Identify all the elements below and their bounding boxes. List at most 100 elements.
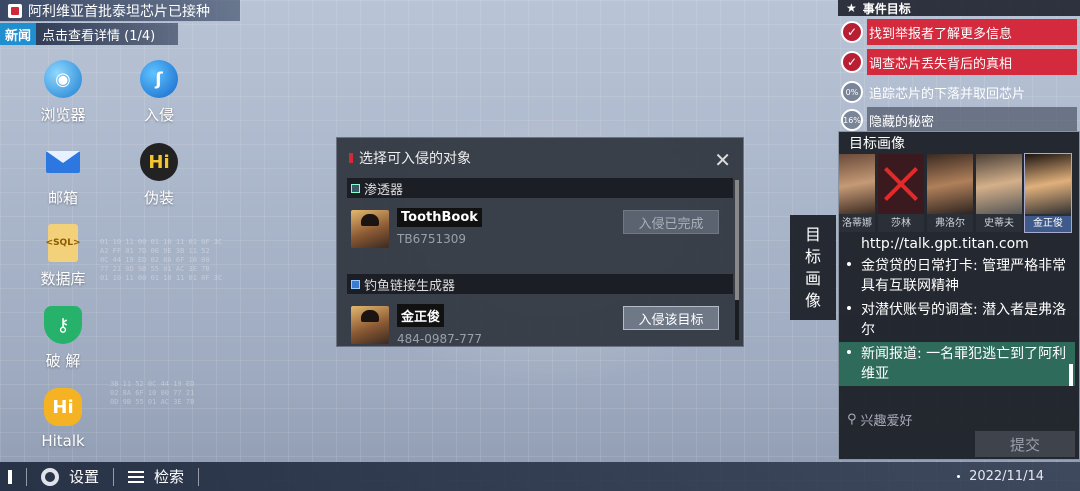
progress-badge: 0% <box>841 81 863 103</box>
event-objectives-panel: ★ 事件目标 ✓ 找到举报者了解更多信息 ✓ 调查芯片丢失背后的真相 0% 追踪… <box>838 0 1080 133</box>
dialog-header: 选择可入侵的对象 <box>337 138 743 178</box>
dialog-scrollbar[interactable] <box>735 180 739 340</box>
event-item[interactable]: ✓ 调查芯片丢失背后的真相 <box>838 48 1080 76</box>
target-row-jin: 金正俊 484-0987-777 入侵该目标 <box>351 302 731 346</box>
event-text: 追踪芯片的下落并取回芯片 <box>869 86 1026 102</box>
section-title: 渗透器 <box>364 182 404 198</box>
hack-complete-button[interactable]: 入侵已完成 <box>623 210 719 234</box>
settings-button[interactable]: 设置 <box>27 467 113 487</box>
desktop-icon-browser[interactable]: ◉ 浏览器 <box>28 60 98 125</box>
event-text: 隐藏的秘密 <box>867 107 1077 133</box>
target-id: TB6751309 <box>397 232 467 246</box>
dialog-title-marker <box>349 153 353 163</box>
info-text: 金贷贷的日常打卡: 管理严格非常具有互联网精神 <box>861 258 1067 294</box>
infiltrator-icon <box>351 183 360 193</box>
desktop-icon-label: 数据库 <box>40 270 86 288</box>
background-code-text: 01 10 11 00 01 10 11 01 0F 3C A2 FF 01 7… <box>100 238 223 282</box>
key-shield-icon: ⚷ <box>44 306 82 344</box>
tab-char: 目 <box>804 224 821 244</box>
hobby-label: 兴趣爱好 <box>860 414 913 429</box>
tab-char: 标 <box>804 246 821 266</box>
news-ticker[interactable]: 新闻 点击查看详情 (1/4) <box>0 23 178 45</box>
progress-badge: 16% <box>841 109 863 131</box>
check-icon: ✓ <box>841 21 863 43</box>
desktop-icon-label: 伪装 <box>143 189 174 207</box>
news-headline: 阿利维亚首批泰坦芯片已接种 <box>28 3 210 20</box>
hobby-row[interactable]: ⚲ 兴趣爱好 <box>847 410 913 429</box>
suspect-name: 莎林 <box>878 216 924 232</box>
info-text: 新闻报道: 一名罪犯逃亡到了阿利维亚 <box>861 346 1067 382</box>
info-scrollbar[interactable] <box>1069 364 1073 386</box>
tab-char: 像 <box>804 290 821 310</box>
list-icon <box>128 470 145 483</box>
avatar <box>351 210 389 248</box>
close-icon[interactable]: ✕ <box>714 148 731 172</box>
cross-icon <box>878 154 924 214</box>
tab-char: 画 <box>804 268 821 288</box>
desktop-icon-crack[interactable]: ⚷ 破 解 <box>28 306 98 371</box>
target-phone: 484-0987-777 <box>397 332 483 346</box>
taskbar-marker <box>8 469 12 484</box>
desktop-icon-database[interactable]: <SQL> 数据库 <box>28 224 98 289</box>
hitalk-icon: Hi <box>44 388 82 426</box>
desktop-icon-hack[interactable]: ʃ 入侵 <box>124 60 194 125</box>
event-item[interactable]: ✓ 找到举报者了解更多信息 <box>838 18 1080 46</box>
suspect-photo <box>839 154 875 214</box>
target-row-toothbook: ToothBook TB6751309 入侵已完成 <box>351 206 731 250</box>
hack-target-button[interactable]: 入侵该目标 <box>623 306 719 330</box>
news-app-icon <box>8 4 22 18</box>
desktop-icon-label: 入侵 <box>143 106 174 124</box>
suspect-card[interactable]: 洛蒂娜 <box>839 154 875 232</box>
search-icon: ⚲ <box>847 412 857 427</box>
news-headline-bar[interactable]: 阿利维亚首批泰坦芯片已接种 <box>0 0 240 22</box>
status-dot <box>957 475 960 478</box>
suspect-card[interactable]: 弗洛尔 <box>927 154 973 232</box>
suspect-photo <box>1025 154 1071 214</box>
events-title: 事件目标 <box>862 1 911 16</box>
info-url: http://talk.gpt.titan.com <box>861 236 1029 252</box>
event-item[interactable]: 0% 追踪芯片的下落并取回芯片 <box>838 78 1080 106</box>
event-text: 找到举报者了解更多信息 <box>867 19 1077 45</box>
desktop-icon-mail[interactable]: 邮箱 <box>28 143 98 208</box>
portrait-title: 目标画像 <box>849 136 905 152</box>
date-display: 2022/11/14 <box>969 469 1044 484</box>
background-code-text-2: 3B 11 52 0C 44 19 ED 02 8A 6F 10 00 77 2… <box>110 380 195 406</box>
search-button[interactable]: 检索 <box>114 467 198 487</box>
hook-icon: ʃ <box>140 60 178 98</box>
portrait-info-list: http://talk.gpt.titan.com 金贷贷的日常打卡: 管理严格… <box>839 234 1075 386</box>
select-target-dialog: 选择可入侵的对象 ✕ 渗透器 ToothBook TB6751309 入侵已完成… <box>336 137 744 347</box>
suspect-photo <box>927 154 973 214</box>
news-tag: 新闻 <box>0 23 37 45</box>
section-header-infiltrator: 渗透器 <box>347 178 733 198</box>
suspect-card-selected[interactable]: 金正俊 <box>1024 153 1072 233</box>
desktop-icon-hitalk[interactable]: Hi Hitalk <box>28 388 98 450</box>
target-portrait-panel: 目标画像 洛蒂娜 莎林 弗洛尔 史蒂夫 金正俊 http://talk.gpt.… <box>838 131 1080 460</box>
event-text: 调查芯片丢失背后的真相 <box>867 49 1077 75</box>
info-item[interactable]: 金贷贷的日常打卡: 管理严格非常具有互联网精神 <box>839 254 1075 298</box>
section-header-phishing: 钓鱼链接生成器 <box>347 274 733 294</box>
check-icon: ✓ <box>841 51 863 73</box>
mask-icon: Hi <box>140 143 178 181</box>
submit-button[interactable]: 提交 <box>975 431 1075 457</box>
suspect-name: 金正俊 <box>1025 216 1071 232</box>
news-details-link[interactable]: 点击查看详情 (1/4) <box>36 25 155 44</box>
phishing-link-icon <box>351 279 360 289</box>
event-item[interactable]: 16% 隐藏的秘密 <box>838 106 1080 134</box>
suspect-card[interactable]: 莎林 <box>878 154 924 232</box>
target-portrait-tab[interactable]: 目 标 画 像 <box>790 215 836 320</box>
info-text: 对潜伏账号的调查: 潜入者是弗洛尔 <box>861 302 1067 338</box>
search-label: 检索 <box>154 468 185 486</box>
suspect-name: 弗洛尔 <box>927 216 973 232</box>
info-item-highlighted[interactable]: 新闻报道: 一名罪犯逃亡到了阿利维亚 <box>839 342 1075 386</box>
info-item[interactable]: 对潜伏账号的调查: 潜入者是弗洛尔 <box>839 298 1075 342</box>
gear-icon <box>41 467 59 486</box>
events-header: ★ 事件目标 <box>838 0 1080 16</box>
settings-label: 设置 <box>69 468 100 486</box>
target-name: 金正俊 <box>397 304 445 327</box>
globe-icon: ◉ <box>44 60 82 98</box>
suspect-photo <box>976 154 1022 214</box>
avatar <box>351 306 389 344</box>
suspect-name: 洛蒂娜 <box>839 216 875 232</box>
suspect-card[interactable]: 史蒂夫 <box>976 154 1022 232</box>
desktop-icon-disguise[interactable]: Hi 伪装 <box>124 143 194 208</box>
